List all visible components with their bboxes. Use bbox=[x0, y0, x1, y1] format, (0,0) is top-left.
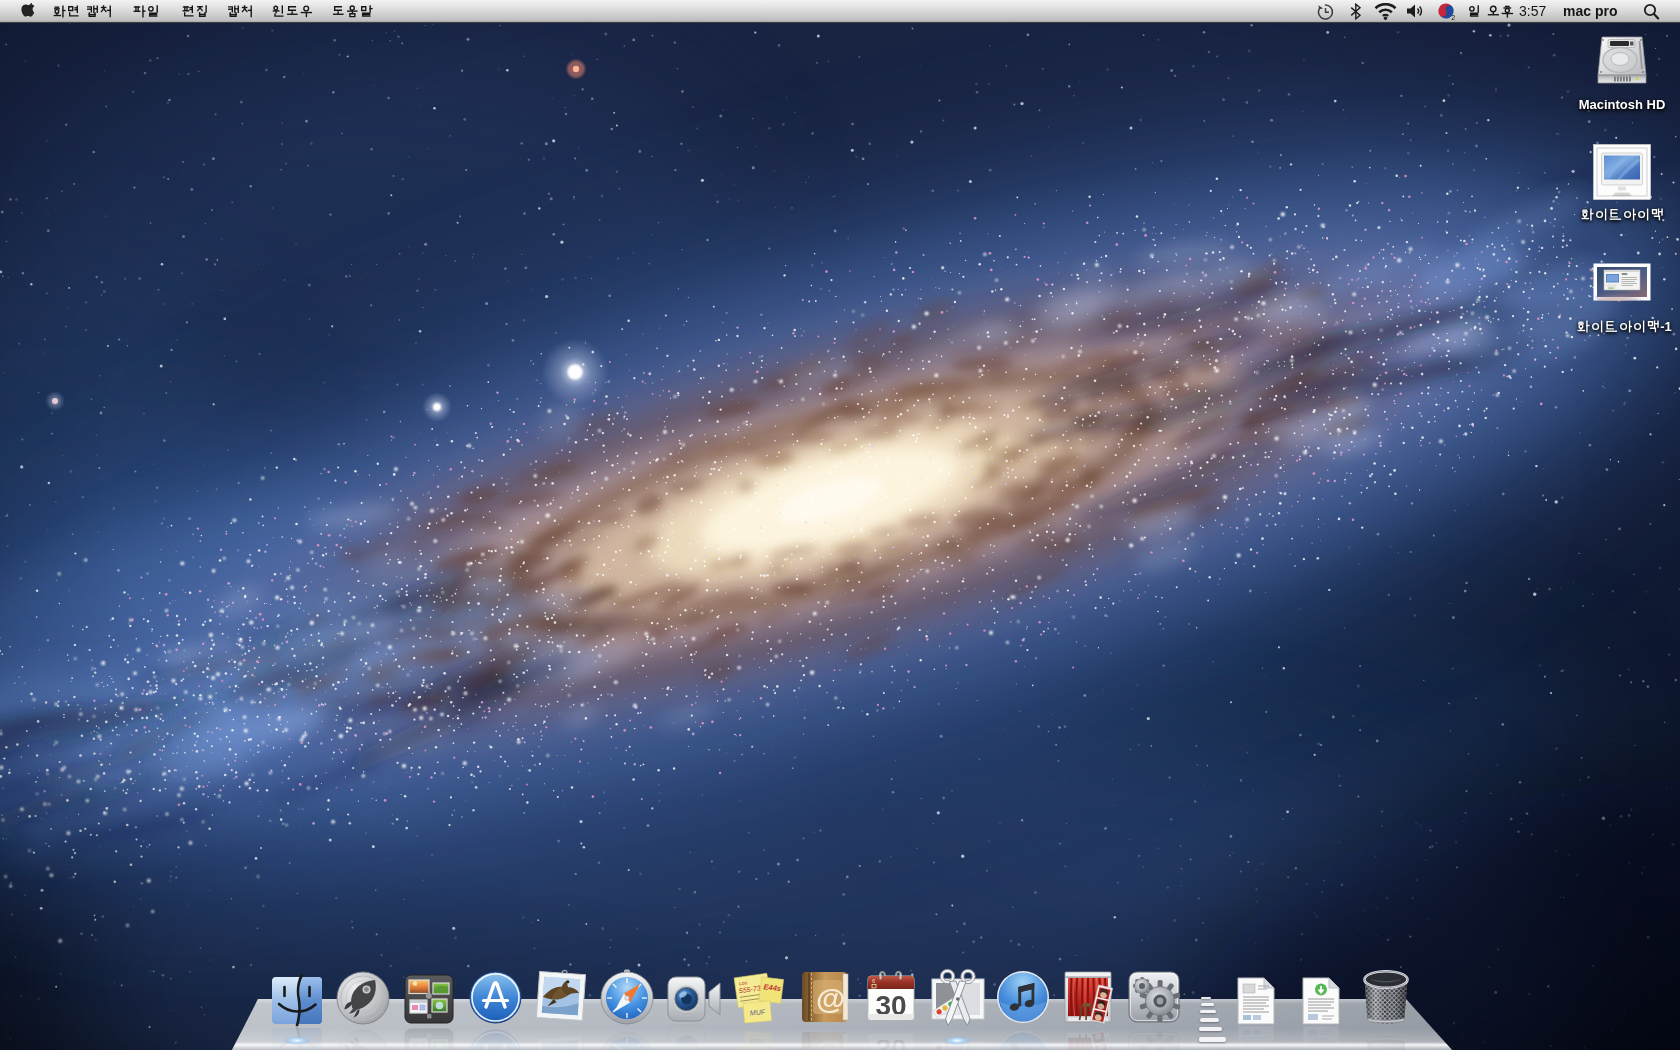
svg-text:@: @ bbox=[816, 1039, 845, 1050]
svg-text:Lou: Lou bbox=[738, 979, 747, 986]
svg-text:2: 2 bbox=[1451, 14, 1455, 21]
svg-text:MUF: MUF bbox=[750, 1008, 766, 1016]
svg-text:MUF: MUF bbox=[750, 1037, 766, 1045]
svg-text:@: @ bbox=[816, 982, 845, 1015]
